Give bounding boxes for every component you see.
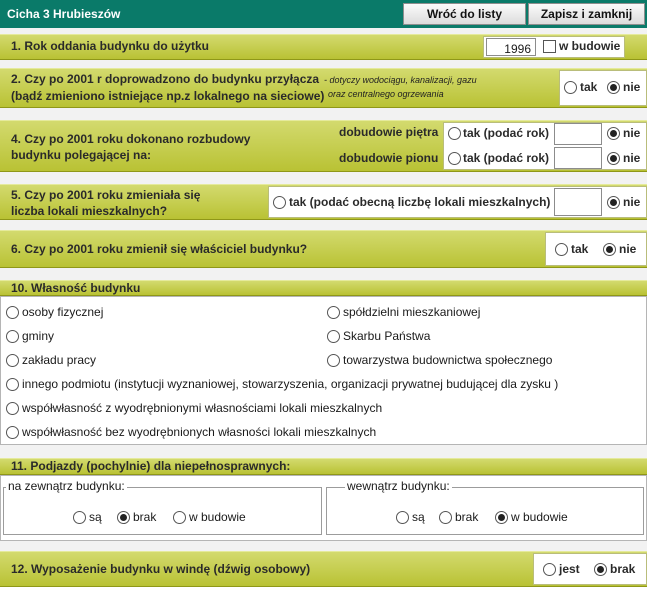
q12-yes-label: jest	[559, 562, 580, 576]
q5-count-input[interactable]	[554, 188, 602, 216]
under-construction-checkbox[interactable]	[543, 40, 556, 53]
q4-vertical-year-input[interactable]	[554, 147, 602, 169]
spacer	[0, 445, 647, 458]
ownership-cooperative-radio[interactable]	[327, 306, 340, 319]
q2-no-radio[interactable]	[607, 81, 620, 94]
page-title: Cicha 3 Hrubieszów	[7, 7, 121, 21]
q11-inside-yes-radio[interactable]	[396, 511, 409, 524]
construction-year-input[interactable]: 1996	[486, 38, 536, 56]
q4-label-line2: budynku polegającej na:	[11, 148, 152, 162]
ownership-workplace-radio[interactable]	[6, 354, 19, 367]
ownership-social-housing-label: towarzystwa budownictwa społecznego	[343, 353, 553, 367]
q2-note-line2: oraz centralnego ogrzewania	[328, 89, 444, 99]
q2-note-line1: - dotyczy wodociągu, kanalizacji, gazu	[324, 75, 477, 85]
q6-no-label: nie	[619, 242, 637, 256]
spacer	[0, 220, 647, 230]
q2-label-line1: 2. Czy po 2001 r doprowadzono do budynku…	[11, 72, 320, 86]
q4-floor-yes-label: tak (podać rok)	[463, 126, 550, 140]
q4-vertical-no-radio[interactable]	[607, 152, 620, 165]
ownership-social-housing-radio[interactable]	[327, 354, 340, 367]
q11-outside-legend: na zewnątrz budynku:	[6, 479, 127, 493]
q4-vertical-yes-label: tak (podać rok)	[463, 151, 550, 165]
q4-floor-no-radio[interactable]	[607, 127, 620, 140]
q4-vertical-yes-radio[interactable]	[448, 152, 461, 165]
ownership-state-treasury-label: Skarbu Państwa	[343, 329, 431, 343]
q11-inside-building-label: w budowie	[511, 510, 568, 524]
spacer	[0, 172, 647, 184]
ownership-co-unseparated-label: współwłasność bez wyodrębnionych własnoś…	[22, 425, 377, 439]
q11-outside-yes-label: są	[89, 510, 102, 524]
q2-no-label: nie	[623, 80, 641, 94]
q11-outside-none-radio[interactable]	[117, 511, 130, 524]
q4-vertical-no-label: nie	[623, 151, 641, 165]
spacer	[0, 541, 647, 551]
q5-label-line1: 5. Czy po 2001 roku zmieniała się	[11, 188, 201, 202]
q11-label: 11. Podjazdy (pochylnie) dla niepełnospr…	[11, 459, 291, 473]
under-construction-label: w budowie	[559, 39, 621, 53]
q4-floor-year-input[interactable]	[554, 123, 602, 145]
q6-no-radio[interactable]	[603, 243, 616, 256]
q5-yes-label: tak (podać obecną liczbę lokali mieszkal…	[289, 195, 551, 209]
q5-yes-radio[interactable]	[273, 196, 286, 209]
back-to-list-button[interactable]: Wróć do listy	[403, 3, 526, 25]
save-and-close-button[interactable]: Zapisz i zamknij	[528, 3, 645, 25]
q12-no-label: brak	[610, 562, 636, 576]
q11-inside-none-radio[interactable]	[439, 511, 452, 524]
q11-inside-building-radio[interactable]	[495, 511, 508, 524]
q11-outside-yes-radio[interactable]	[73, 511, 86, 524]
spacer	[0, 108, 647, 120]
q11-inside-none-label: brak	[455, 510, 479, 524]
q11-outside-building-label: w budowie	[189, 510, 246, 524]
ownership-municipality-radio[interactable]	[6, 330, 19, 343]
q11-inside-yes-label: są	[412, 510, 425, 524]
ownership-individual-label: osoby fizycznej	[22, 305, 104, 319]
q12-yes-radio[interactable]	[543, 563, 556, 576]
q11-inside-fieldset	[326, 487, 644, 535]
ownership-individual-radio[interactable]	[6, 306, 19, 319]
ownership-municipality-label: gminy	[22, 329, 55, 343]
q4-label-line1: 4. Czy po 2001 roku dokonano rozbudowy	[11, 132, 251, 146]
q6-label: 6. Czy po 2001 roku zmienił się właścici…	[11, 242, 308, 256]
q12-no-radio[interactable]	[594, 563, 607, 576]
ownership-cooperative-label: spółdzielni mieszkaniowej	[343, 305, 481, 319]
ownership-state-treasury-radio[interactable]	[327, 330, 340, 343]
q11-outside-fieldset	[3, 487, 322, 535]
q11-outside-building-radio[interactable]	[173, 511, 186, 524]
q1-label: 1. Rok oddania budynku do użytku	[11, 39, 210, 53]
spacer	[0, 60, 647, 68]
q4-floor-no-label: nie	[623, 126, 641, 140]
q2-label-line2: (bądź zmieniono istniejące np.z lokalneg…	[11, 89, 325, 103]
spacer	[0, 268, 647, 280]
q2-yes-label: tak	[580, 80, 598, 94]
ownership-co-unseparated-radio[interactable]	[6, 426, 19, 439]
q4-vertical-label: dobudowie pionu	[339, 151, 439, 165]
ownership-co-separated-radio[interactable]	[6, 402, 19, 415]
q5-no-radio[interactable]	[607, 196, 620, 209]
ownership-other-entity-radio[interactable]	[6, 378, 19, 391]
q11-inside-legend: wewnątrz budynku:	[345, 479, 452, 493]
q5-label-line2: liczba lokali mieszkalnych?	[11, 204, 168, 218]
q6-yes-label: tak	[571, 242, 589, 256]
ownership-co-separated-label: współwłasność z wyodrębnionymi własności…	[22, 401, 383, 415]
q5-no-label: nie	[623, 195, 641, 209]
q12-label: 12. Wyposażenie budynku w windę (dźwig o…	[11, 562, 311, 576]
q10-label: 10. Własność budynku	[11, 281, 141, 295]
ownership-other-entity-label: innego podmiotu (instytucji wyznaniowej,…	[22, 377, 559, 391]
q2-yes-radio[interactable]	[564, 81, 577, 94]
ownership-workplace-label: zakładu pracy	[22, 353, 97, 367]
q6-yes-radio[interactable]	[555, 243, 568, 256]
q4-floor-label: dobudowie piętra	[339, 125, 439, 139]
q11-outside-none-label: brak	[133, 510, 157, 524]
q4-floor-yes-radio[interactable]	[448, 127, 461, 140]
